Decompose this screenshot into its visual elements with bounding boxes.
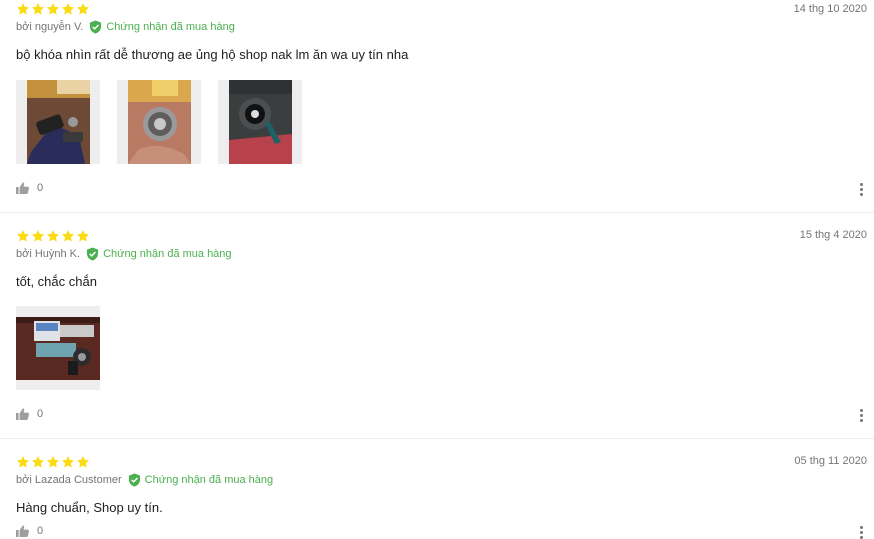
- review-images: [16, 80, 302, 164]
- review-image[interactable]: [16, 80, 100, 164]
- verified-label: Chứng nhận đã mua hàng: [144, 474, 274, 486]
- review-meta: bởi Lazada Customer Chứng nhận đã mua hà…: [16, 473, 273, 487]
- verified-badge: Chứng nhận đã mua hàng: [128, 473, 273, 487]
- star-icon: [61, 456, 75, 468]
- star-icon: [16, 3, 30, 15]
- star-icon: [31, 456, 45, 468]
- review-author: bởi Lazada Customer: [16, 474, 122, 486]
- star-icon: [76, 3, 90, 15]
- star-icon: [31, 230, 45, 242]
- verified-shield-icon: [90, 20, 102, 34]
- star-icon: [31, 3, 45, 15]
- review-date: 15 thg 4 2020: [799, 229, 867, 241]
- review-image[interactable]: [117, 80, 201, 164]
- like-count: 0: [37, 408, 44, 420]
- star-icon: [76, 230, 90, 242]
- review-author: bởi Huỳnh K.: [16, 248, 81, 260]
- review-image[interactable]: [218, 80, 302, 164]
- rating-stars: [16, 2, 90, 16]
- review-item: 15 thg 4 2020 bởi Huỳnh K. Chứng nhận đã…: [0, 213, 874, 439]
- star-icon: [16, 456, 30, 468]
- thumbs-up-icon: [16, 525, 29, 537]
- review-image[interactable]: [16, 306, 100, 390]
- review-content: tốt, chắc chắn: [16, 274, 97, 289]
- review-item: 14 thg 10 2020 bởi nguyễn V. Chứng nhận …: [0, 0, 874, 213]
- thumbs-up-icon: [16, 408, 29, 420]
- verified-shield-icon: [128, 473, 140, 487]
- review-photo: [228, 80, 292, 164]
- verified-shield-icon: [87, 247, 99, 261]
- star-icon: [76, 456, 90, 468]
- rating-stars: [16, 229, 90, 243]
- rating-stars: [16, 455, 90, 469]
- star-icon: [46, 3, 60, 15]
- like-button[interactable]: 0: [16, 525, 43, 537]
- like-count: 0: [37, 525, 44, 537]
- star-icon: [61, 230, 75, 242]
- verified-badge: Chứng nhận đã mua hàng: [89, 20, 235, 34]
- review-photo: [26, 80, 90, 164]
- verified-label: Chứng nhận đã mua hàng: [106, 21, 235, 33]
- thumbs-up-icon: [16, 182, 29, 194]
- review-images: [16, 306, 100, 390]
- review-content: Hàng chuẩn, Shop uy tín.: [16, 500, 163, 515]
- star-icon: [46, 230, 60, 242]
- review-item: 05 thg 11 2020 bởi Lazada Customer Chứng…: [0, 439, 874, 539]
- review-photo: [127, 80, 191, 164]
- star-icon: [61, 3, 75, 15]
- more-options-icon[interactable]: [860, 526, 863, 539]
- star-icon: [16, 230, 30, 242]
- review-date: 05 thg 11 2020: [794, 455, 867, 467]
- more-options-icon[interactable]: [860, 409, 863, 422]
- review-author: bởi nguyễn V.: [16, 21, 84, 33]
- review-photo: [16, 316, 100, 380]
- verified-badge: Chứng nhận đã mua hàng: [86, 247, 232, 261]
- like-count: 0: [37, 182, 44, 194]
- more-options-icon[interactable]: [860, 183, 863, 196]
- review-meta: bởi Huỳnh K. Chứng nhận đã mua hàng: [16, 247, 232, 261]
- like-button[interactable]: 0: [16, 182, 43, 194]
- verified-label: Chứng nhận đã mua hàng: [103, 248, 232, 260]
- star-icon: [46, 456, 60, 468]
- review-date: 14 thg 10 2020: [793, 3, 867, 15]
- like-button[interactable]: 0: [16, 408, 43, 420]
- review-content: bộ khóa nhìn rất dễ thương ae ủng hộ sho…: [16, 47, 409, 62]
- review-meta: bởi nguyễn V. Chứng nhận đã mua hàng: [16, 20, 235, 34]
